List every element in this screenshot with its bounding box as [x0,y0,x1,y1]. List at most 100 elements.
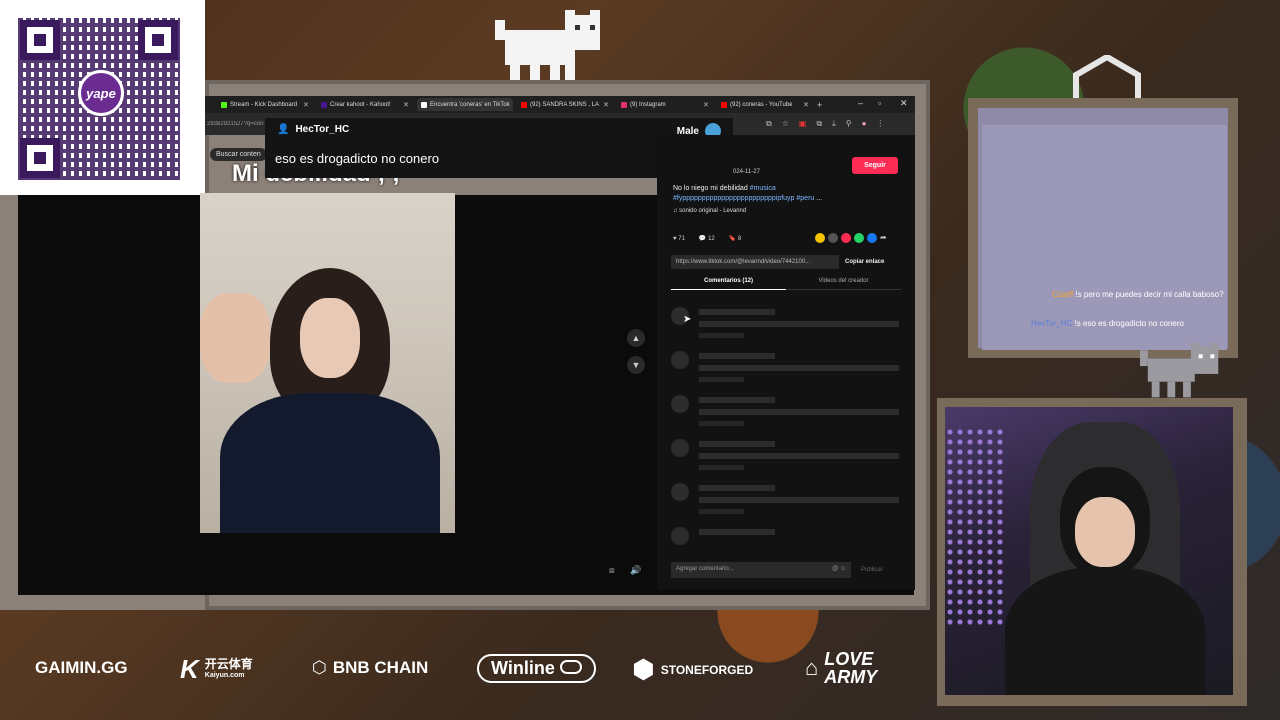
winline-name: Winline [491,658,555,678]
tab-favicon-icon [521,101,527,108]
close-icon[interactable]: ✕ [803,101,809,109]
share-icon[interactable]: ➦ [880,233,887,243]
next-video-button[interactable]: ▼ [627,356,645,374]
send-icon[interactable] [841,233,851,243]
post-date: 024-11-27 [733,169,760,175]
comment-bar: Agregar comentario... @ ☺ Publicar [671,562,901,578]
browser-tab-active[interactable]: Encuentra 'coneras' en TikTok✕ [417,98,513,111]
close-icon[interactable]: ✕ [603,101,609,109]
comment-count: 12 [708,236,715,242]
browser-tab[interactable]: Stream - Kick Dashboard ✕ [217,98,313,111]
save-button[interactable]: 🔖 8 [729,235,741,242]
previous-video-button[interactable]: ▲ [627,329,645,347]
sponsor-kaiyun: K 开云体育 Kaiyun.com [180,654,253,685]
browser-tab[interactable]: (92) coneras - YouTube ✕ [717,98,813,111]
comment-skeleton [671,483,901,519]
stoneforged-s-icon: ⬢ [632,654,655,684]
video-person-body [220,393,440,533]
stoneforged-name: STONEFORGED [660,662,754,677]
video-link[interactable]: https://www.tiktok.com/@levannd/video/74… [671,255,839,269]
tab-label: Encuentra 'coneras' en TikTok [430,101,510,108]
winline-badge: Winline [477,654,596,683]
embed-icon[interactable] [828,233,838,243]
like-count: 71 [678,235,685,242]
tab-label: (92) coneras - YouTube [730,101,793,108]
more-link[interactable]: ... [816,195,822,202]
chat-message: HecTor_HC !s eso es drogadicto no conero [1031,318,1231,329]
comment-button[interactable]: 💬 12 [699,235,715,242]
chat-message: Czarff !s pero me puedes decir mi calla … [1052,289,1232,300]
kaiyun-k-icon: K [180,654,199,684]
tab-comments[interactable]: Comentarios (12) [671,278,786,290]
hashtag-link[interactable]: #musica [750,185,776,192]
sponsor-stoneforged: ⬢ STONEFORGED [632,654,753,685]
tab-favicon-icon [321,101,327,108]
close-icon[interactable]: ✕ [703,101,709,109]
facebook-icon[interactable] [867,233,877,243]
publish-button[interactable]: Publicar [861,567,883,573]
browser-toolbar-icons: ⧉ ☆ ▣ ⧉ ⤓ ⚲ ● ⋮ [766,119,884,129]
love-army-icon: ⌂ [805,655,819,680]
post-description: No lo niego mi debilidad #musica #fypppp… [673,184,888,204]
profile-icon[interactable]: ● [862,119,867,129]
panel-tabs: Comentarios (12) Videos del creador [671,278,901,290]
hashtag-link[interactable]: #fyppppppppppppppppppppppppipfuyp #peru [673,195,814,202]
browser-tab[interactable]: Crear kahoot - Kahoot! ✕ [317,98,413,111]
tab-creator-videos[interactable]: Videos del creador [786,278,901,290]
whatsapp-icon[interactable] [854,233,864,243]
kaiyun-name: 开云体育 [204,656,253,671]
comment-skeleton [671,395,901,431]
chat-username: Czarff [1052,290,1074,299]
extension-icon[interactable]: ▣ [799,119,807,129]
overlay-username: HecTor_HC [295,124,350,135]
yape-logo: yape [78,70,124,116]
new-tab-icon[interactable]: + [817,100,822,110]
overlay-message: eso es drogadicto no conero [275,151,440,166]
comment-input[interactable]: Agregar comentario... @ ☺ [671,562,851,578]
tiktok-side-panel: Seguir 024-11-27 No lo niego mi debilida… [657,135,915,590]
maximize-icon[interactable]: ▫ [878,98,881,108]
sound-label[interactable]: ♫ sonido original - Levannd [673,208,746,214]
like-button[interactable]: ♥ 71 [673,236,685,242]
extension-icon[interactable]: ⚲ [846,119,852,129]
emoji-share-icon[interactable] [815,233,825,243]
mention-icon[interactable]: @ ☺ [832,566,846,574]
pixel-cat-icon [1140,342,1219,398]
menu-icon[interactable]: ⋮ [876,119,884,129]
pixel-cat-icon [495,10,600,85]
link-row: https://www.tiktok.com/@levannd/video/74… [671,254,901,270]
download-icon[interactable]: ⤓ [832,119,836,129]
comment-placeholder: Agregar comentario... [676,566,734,572]
tiktok-video[interactable] [200,193,455,533]
qr-donation-panel: yape [0,0,205,195]
cursor-icon: ➤ [683,314,692,325]
browser-tab-bar: Stream - Kick Dashboard ✕ Crear kahoot - … [205,96,915,113]
browser-tab[interactable]: (9) Instagram ✕ [617,98,713,111]
browser-tab[interactable]: (92) SANDRA SKINS , LA ✕ [517,98,613,111]
sponsor-bar: GAIMIN.GG K 开云体育 Kaiyun.com ⬡ BNB CHAIN … [0,640,930,700]
close-icon[interactable]: ✕ [403,101,409,109]
miniplayer-icon[interactable]: ⧈ [609,565,615,576]
extension-icon[interactable]: ⧉ [816,119,822,129]
tab-favicon-icon [221,101,227,108]
action-row: ♥ 71 💬 12 🔖 8 [673,235,741,243]
tab-label: Stream - Kick Dashboard [230,101,298,108]
star-icon[interactable]: ☆ [782,119,789,129]
follow-button[interactable]: Seguir [852,157,898,174]
extension-icon[interactable]: ⧉ [766,119,772,129]
copy-link-button[interactable]: Copiar enlace [845,259,884,265]
tab-label: (92) SANDRA SKINS , LA [530,101,600,108]
url-text: 2938292152​7?q=con [207,121,264,127]
close-window-icon[interactable]: ✕ [900,98,908,109]
sponsor-love-army: ⌂ LOVE ARMY [805,650,877,686]
volume-icon[interactable]: 🔊 [630,565,641,576]
tab-favicon-icon [621,101,627,108]
close-icon[interactable]: ✕ [303,101,309,109]
save-count: 8 [737,236,742,242]
tab-favicon-icon [421,101,427,108]
sponsor-gaimin: GAIMIN.GG [35,658,128,677]
comment-skeleton [671,351,901,387]
minimize-icon[interactable]: – [858,98,863,108]
tab-label: (9) Instagram [630,101,666,108]
kaiyun-sub: Kaiyun.com [204,671,245,679]
